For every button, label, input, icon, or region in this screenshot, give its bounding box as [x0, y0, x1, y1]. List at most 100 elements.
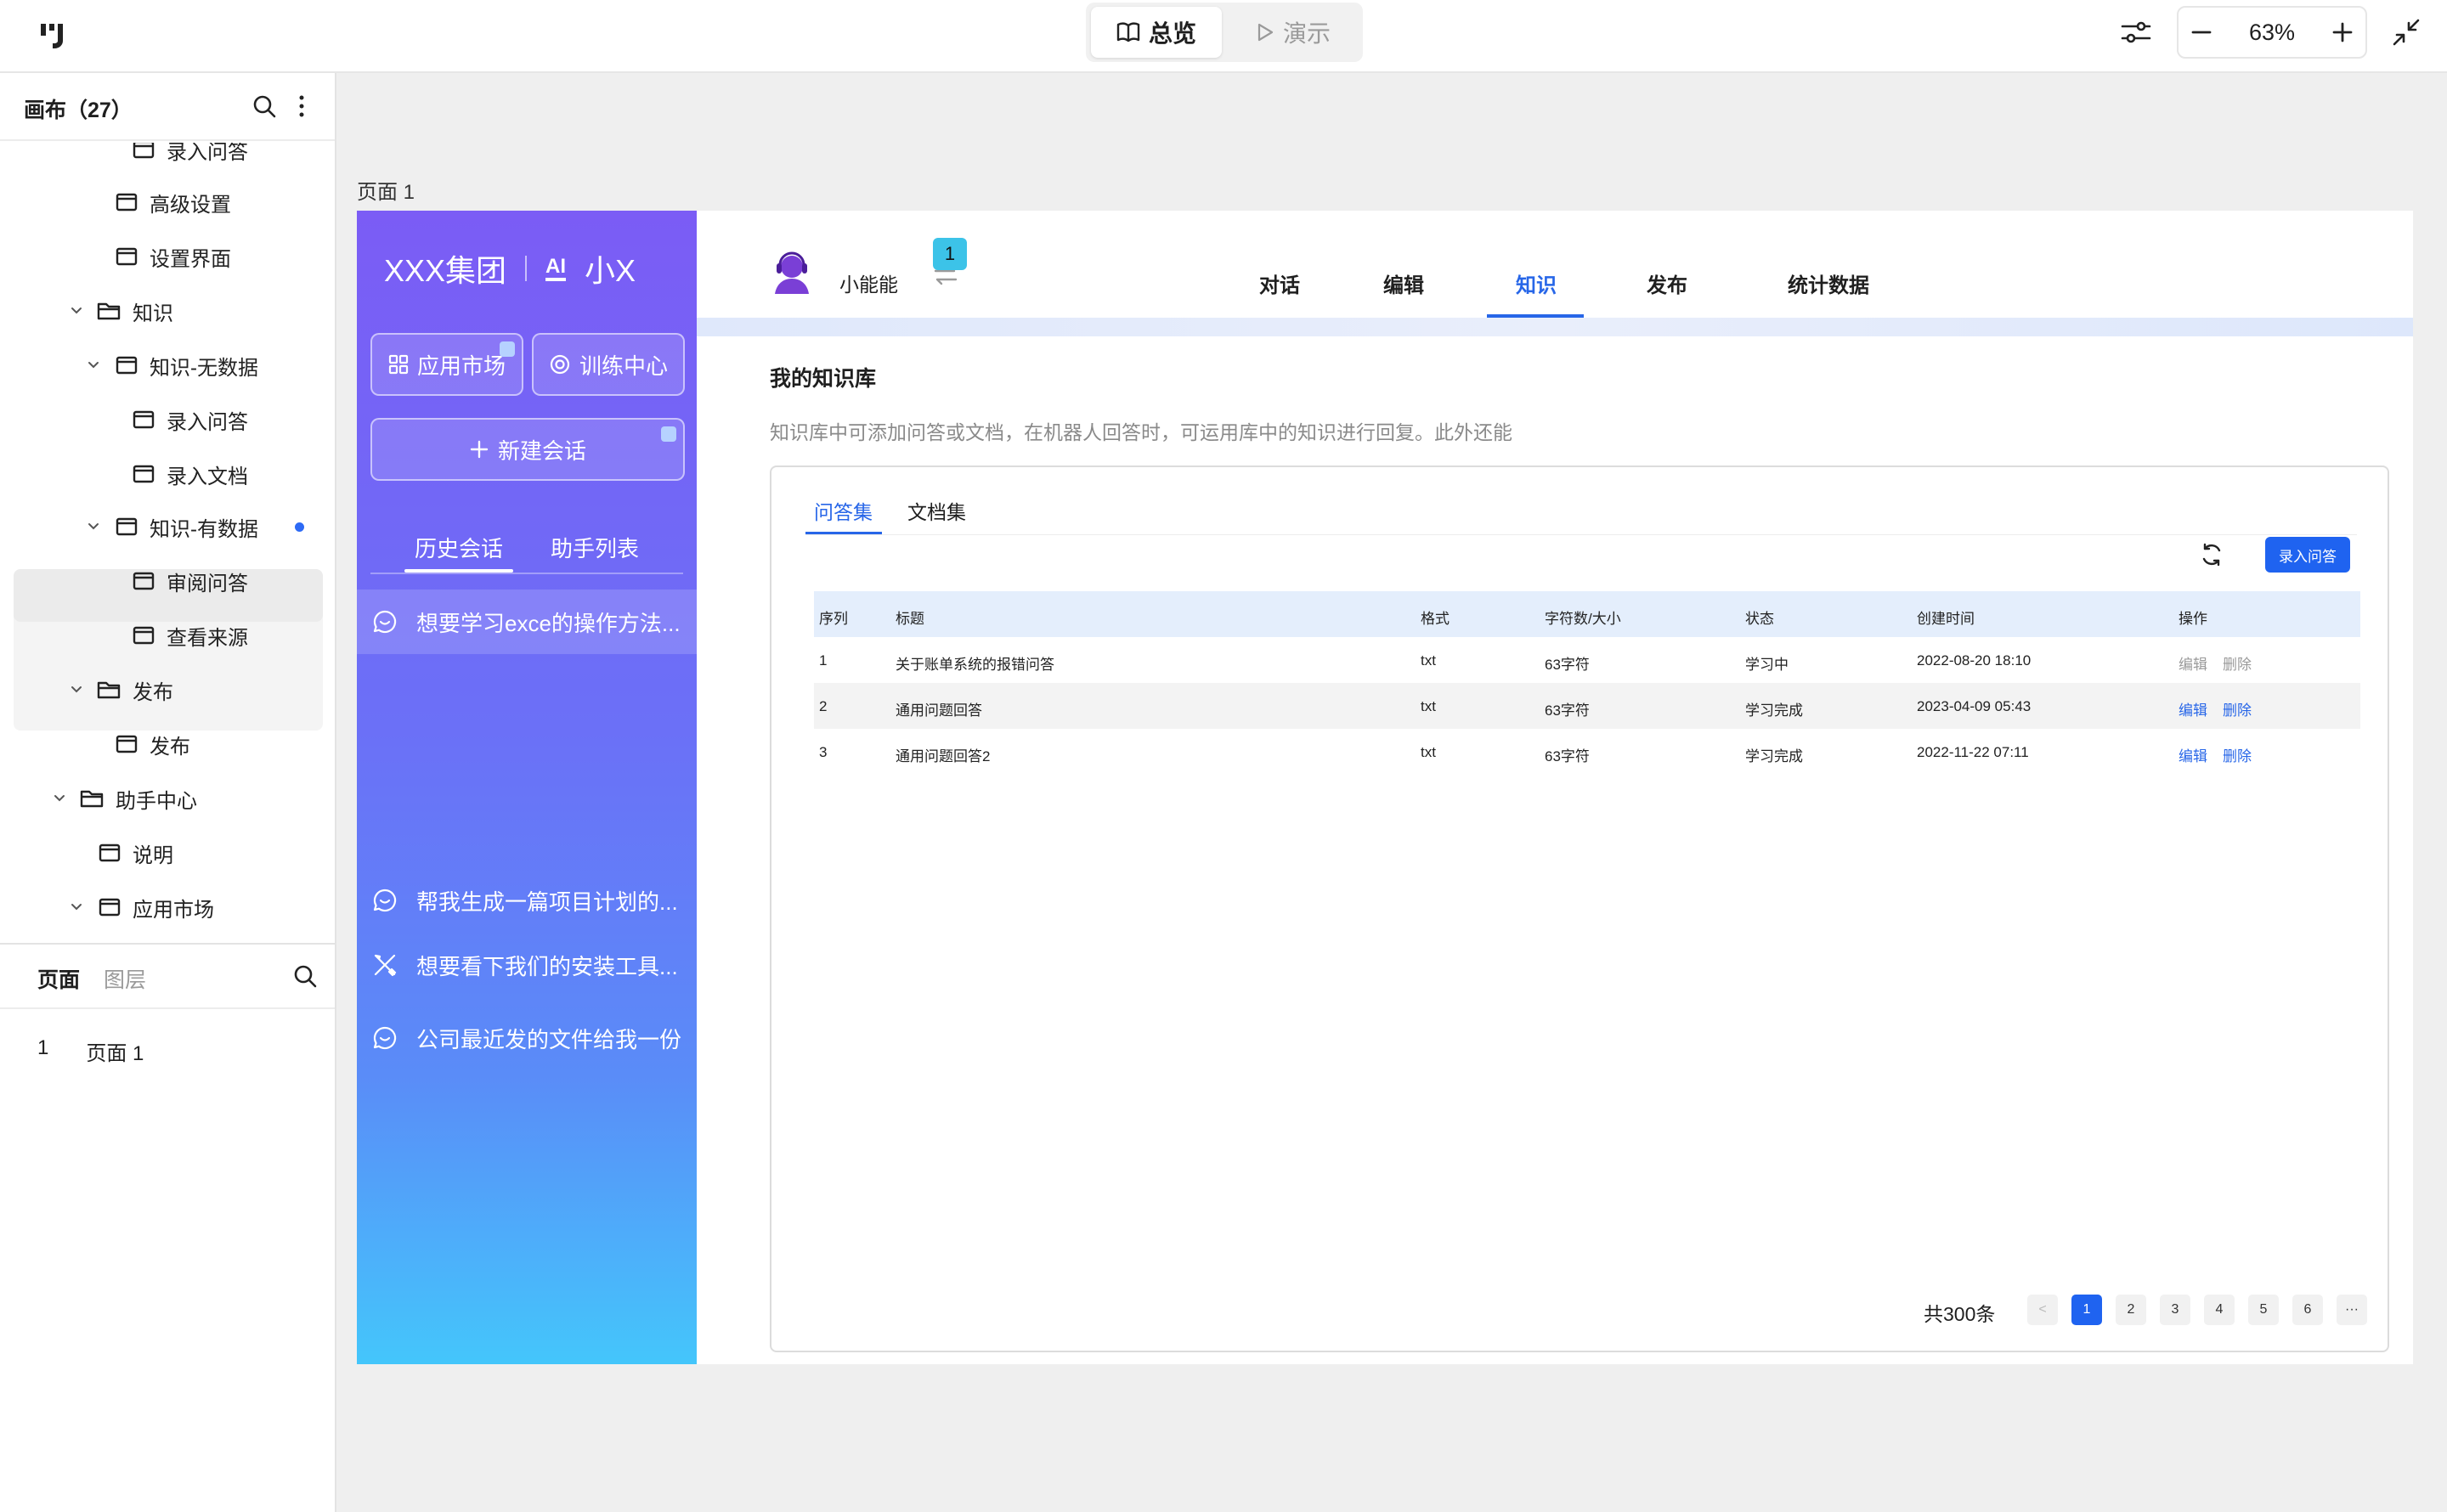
tree-item-label: 录入问答: [167, 410, 248, 434]
mode-present-button[interactable]: 演示: [1229, 7, 1358, 58]
chevron-down-icon[interactable]: [68, 302, 85, 319]
search-icon[interactable]: [251, 93, 277, 119]
tab-publish[interactable]: 发布: [1647, 268, 1687, 298]
tree-item-page[interactable]: 查看来源: [0, 610, 335, 661]
cell-size: 63字符: [1545, 702, 1590, 719]
page-icon: [99, 898, 121, 917]
tree-item-page[interactable]: 设置界面: [0, 231, 335, 282]
tab-chat[interactable]: 对话: [1259, 268, 1300, 298]
tab-assistants[interactable]: 助手列表: [551, 532, 639, 563]
page-icon: [116, 356, 138, 375]
tab-knowledge[interactable]: 知识: [1516, 268, 1557, 298]
delete-link[interactable]: 删除: [2223, 698, 2252, 719]
chevron-down-icon[interactable]: [85, 518, 102, 535]
page-button[interactable]: 3: [2160, 1295, 2190, 1325]
page-icon: [133, 143, 155, 159]
new-chat-button[interactable]: 新建会话: [370, 418, 685, 481]
page-button[interactable]: 1: [2071, 1295, 2102, 1325]
add-qa-button[interactable]: 录入问答: [2265, 537, 2350, 573]
cell-format: txt: [1421, 698, 1436, 714]
table-row[interactable]: 3 通用问题回答2 txt 63字符 学习完成 2022-11-22 07:11…: [814, 729, 2360, 775]
chevron-down-icon[interactable]: [85, 357, 102, 374]
kb-description: 知识库中可添加问答或文档，在机器人回答时，可运用库中的知识进行回复。此外还能: [770, 421, 1512, 443]
page-button[interactable]: 6: [2292, 1295, 2323, 1325]
app-logo-icon[interactable]: [37, 20, 71, 51]
cell-no: 3: [819, 744, 828, 760]
left-panel: 画布（27） 录入问答 高级设置 设置界面 知识 知识-无数据 录入问答 录入文…: [0, 73, 336, 1512]
zoom-level[interactable]: 63%: [2249, 20, 2295, 46]
tree-item-label: 高级设置: [150, 193, 231, 217]
tab-history[interactable]: 历史会话: [415, 532, 503, 563]
tree-item-label: 知识-有数据: [150, 517, 258, 541]
page-button[interactable]: 4: [2204, 1295, 2235, 1325]
zoom-out-button[interactable]: [2190, 21, 2212, 43]
ai-logo-icon: AI: [545, 256, 567, 281]
tree-item-page[interactable]: 应用市场: [0, 882, 335, 933]
mode-overview-button[interactable]: 总览: [1091, 7, 1222, 58]
app-header: 小能能 1: [697, 211, 2413, 318]
prev-page-button[interactable]: <: [2027, 1295, 2058, 1325]
table-row[interactable]: 1 关于账单系统的报错问答 txt 63字符 学习中 2022-08-20 18…: [814, 637, 2360, 683]
history-item[interactable]: 公司最近发的文件给我一份: [357, 1006, 697, 1070]
tree-item-page[interactable]: 说明: [0, 827, 335, 878]
zoom-in-button[interactable]: [2331, 21, 2354, 43]
tab-pages[interactable]: 页面: [37, 963, 80, 994]
collapse-icon[interactable]: [2389, 15, 2423, 49]
table-row[interactable]: 2 通用问题回答 txt 63字符 学习完成 2023-04-09 05:43 …: [814, 683, 2360, 729]
training-center-label: 训练中心: [579, 353, 668, 379]
tree-item-page[interactable]: 审阅问答: [0, 556, 335, 606]
cell-title: 关于账单系统的报错问答: [896, 657, 1054, 673]
delete-link[interactable]: 删除: [2223, 744, 2252, 765]
tree-item-label: 说明: [133, 843, 173, 867]
tree-item-page[interactable]: 发布: [0, 719, 335, 770]
subtab-qa[interactable]: 问答集: [814, 496, 873, 525]
page-button[interactable]: 2: [2116, 1295, 2146, 1325]
chat-bubble-icon: [372, 888, 398, 913]
brand-divider: [525, 256, 528, 281]
tree-item-folder[interactable]: 发布: [0, 664, 335, 715]
chevron-down-icon[interactable]: [68, 899, 85, 916]
assistant-name[interactable]: 小能能: [839, 268, 898, 297]
tree-item-folder[interactable]: 助手中心: [0, 773, 335, 824]
edit-link[interactable]: 编辑: [2179, 744, 2207, 765]
cell-created: 2022-08-20 18:10: [1917, 652, 2032, 669]
page-button[interactable]: 5: [2248, 1295, 2279, 1325]
tree-item-folder[interactable]: 知识: [0, 285, 335, 336]
page-icon: [116, 735, 138, 753]
chat-bubble-icon: [372, 1025, 398, 1051]
refresh-icon[interactable]: [2199, 542, 2224, 567]
settings-sliders-icon[interactable]: [2119, 15, 2153, 49]
tree-item-page[interactable]: 录入问答: [0, 143, 335, 175]
chevron-down-icon[interactable]: [68, 681, 85, 698]
tab-layers[interactable]: 图层: [104, 963, 146, 994]
tree-item-page[interactable]: 高级设置: [0, 177, 335, 228]
training-center-button[interactable]: 训练中心: [532, 333, 685, 396]
chevron-down-icon[interactable]: [51, 790, 68, 807]
tree-item-page[interactable]: 录入问答: [0, 394, 335, 445]
total-count: 共300条: [1924, 1303, 1996, 1325]
more-pages-button[interactable]: ···: [2337, 1295, 2367, 1325]
tree-item-label: 设置界面: [150, 247, 231, 271]
canvas-page-label: 页面 1: [357, 181, 415, 204]
more-vertical-icon[interactable]: [297, 93, 306, 119]
edit-link[interactable]: 编辑: [2179, 698, 2207, 719]
app-market-button[interactable]: 应用市场: [370, 333, 523, 396]
tab-edit[interactable]: 编辑: [1383, 268, 1424, 298]
top-toolbar: 总览 演示 63%: [0, 0, 2447, 73]
tab-statistics[interactable]: 统计数据: [1788, 268, 1869, 298]
tree-item-label: 录入文档: [167, 465, 248, 488]
tree-item-page-selected[interactable]: 知识-有数据: [0, 501, 335, 552]
tree-item-page[interactable]: 录入文档: [0, 449, 335, 499]
history-item[interactable]: 想要看下我们的安装工具...: [357, 933, 697, 997]
page-list-item[interactable]: 1 页面 1: [37, 1036, 144, 1066]
subtab-docs[interactable]: 文档集: [907, 496, 966, 525]
search-icon[interactable]: [292, 963, 318, 989]
history-item[interactable]: 帮我生成一篇项目计划的...: [357, 868, 697, 933]
tree-item-label: 助手中心: [116, 789, 197, 813]
nav-active-indicator: [1487, 314, 1584, 318]
plus-icon: [469, 439, 489, 460]
tree-item-page[interactable]: 知识-无数据: [0, 340, 335, 391]
page-icon: [116, 193, 138, 212]
table-header: 序列 标题 格式 字符数/大小 状态 创建时间 操作: [814, 591, 2360, 637]
history-item[interactable]: 想要学习exce的操作方法...: [357, 590, 697, 654]
